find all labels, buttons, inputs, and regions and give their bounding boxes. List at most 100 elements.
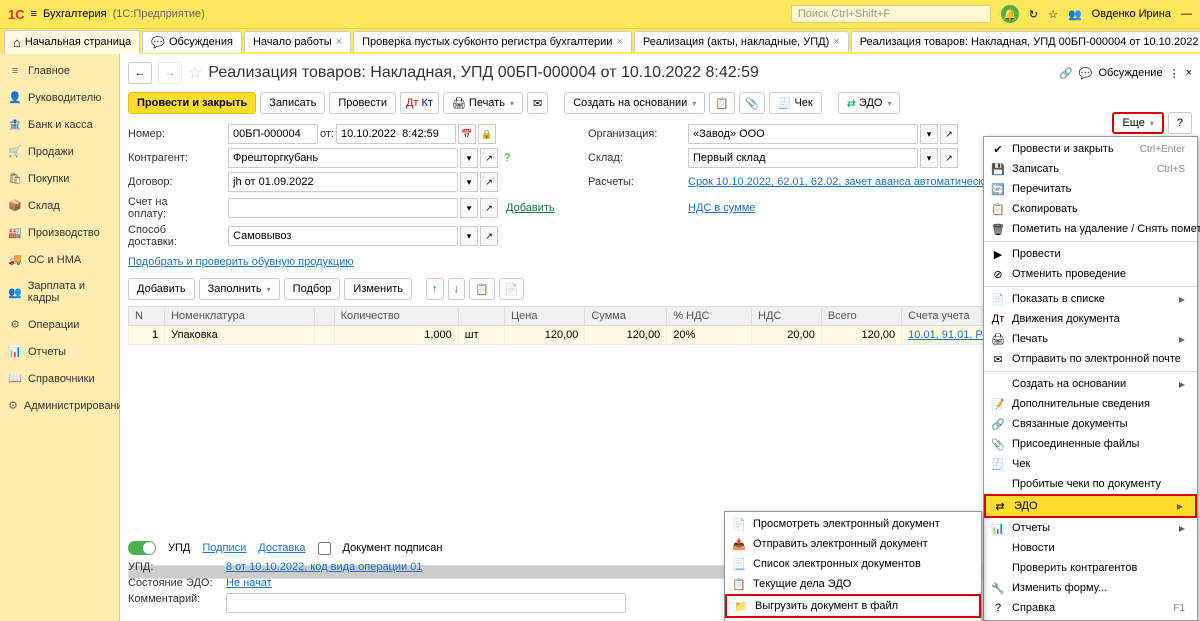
save-button[interactable]: Записать (260, 92, 325, 114)
upd-link[interactable]: 8 от 10.10.2022, код вида операции 01 (226, 561, 423, 573)
menu-item[interactable]: 🔗Связанные документы (984, 414, 1197, 434)
dt-kt-button[interactable]: ДтКт (400, 92, 439, 114)
minimize-icon[interactable]: — (1181, 8, 1192, 20)
close-icon[interactable]: × (833, 36, 839, 48)
signs-link[interactable]: Подписи (202, 542, 246, 554)
menu-item[interactable]: 🔧Изменить форму... (984, 578, 1197, 598)
discuss-link[interactable]: Обсуждение (1098, 67, 1162, 79)
forward-button[interactable]: → (158, 62, 182, 84)
menu-item[interactable]: 📋Текущие дела ЭДО (725, 574, 981, 594)
favorites-icon[interactable] (1048, 8, 1058, 21)
tab-current-doc[interactable]: Реализация товаров: Накладная, УПД 00БП-… (851, 31, 1200, 52)
open-icon[interactable]: ↗ (940, 124, 958, 144)
sidebar-item[interactable]: 📊Отчеты (0, 338, 119, 365)
date-input[interactable] (336, 124, 456, 144)
tab-check[interactable]: Проверка пустых субконто регистра бухгал… (353, 31, 632, 52)
menu-item[interactable]: 💾ЗаписатьCtrl+S (984, 159, 1197, 179)
dropdown-icon[interactable]: ▾ (920, 124, 938, 144)
menu-item[interactable]: Пробитые чеки по документу (984, 474, 1197, 494)
warehouse-input[interactable] (688, 148, 918, 168)
change-button[interactable]: Изменить (344, 278, 412, 300)
paste-button[interactable]: 📄 (499, 278, 525, 300)
edo-button[interactable]: ⇄ЭДО (838, 92, 901, 114)
home-tab[interactable]: Начальная страница (4, 30, 140, 54)
copy-button[interactable]: 📋 (469, 278, 495, 300)
menu-toggle-icon[interactable]: ≡ (31, 8, 37, 20)
sidebar-item[interactable]: 📖Справочники (0, 365, 119, 392)
upd-toggle[interactable] (128, 541, 156, 555)
delivery-link[interactable]: Доставка (258, 542, 305, 554)
menu-item[interactable]: 🖨Печать (984, 329, 1197, 349)
tab-sales-list[interactable]: Реализация (акты, накладные, УПД)× (634, 31, 849, 52)
more-button[interactable]: Еще (1112, 112, 1163, 134)
user-name[interactable]: Овденко Ирина (1092, 8, 1171, 20)
org-input[interactable] (688, 124, 918, 144)
menu-item[interactable]: ✉Отправить по электронной почте (984, 349, 1197, 369)
comment-input[interactable] (226, 593, 626, 613)
add-account-link[interactable]: Добавить (506, 202, 555, 214)
tab-discussions[interactable]: 💬Обсуждения (142, 31, 242, 53)
sidebar-item[interactable]: 🛍Покупки (0, 165, 119, 192)
close-form-icon[interactable]: × (1186, 67, 1192, 79)
menu-item[interactable]: 📋Скопировать (984, 199, 1197, 219)
shoe-link[interactable]: Подобрать и проверить обувную продукцию (128, 256, 354, 268)
menu-item[interactable]: 🔄Перечитать (984, 179, 1197, 199)
create-based-button[interactable]: Создать на основании (564, 92, 705, 114)
sidebar-item[interactable]: ≡Главное (0, 58, 119, 84)
menu-item[interactable]: 📄Просмотреть электронный документ (725, 514, 981, 534)
menu-item[interactable]: ⇄ЭДО (984, 494, 1197, 518)
post-close-button[interactable]: Провести и закрыть (128, 92, 256, 114)
cheque-button[interactable]: 🧾Чек (769, 92, 822, 114)
sidebar-item[interactable]: 🏭Производство (0, 219, 119, 246)
menu-item[interactable]: Новости (984, 538, 1197, 558)
move-down-button[interactable]: ↓ (448, 278, 466, 300)
extra2-button[interactable]: 📎 (739, 92, 765, 114)
menu-item[interactable]: ▶Провести (984, 244, 1197, 264)
menu-item[interactable]: 📝Дополнительные сведения (984, 394, 1197, 414)
sidebar-item[interactable]: 🏦Банк и касса (0, 111, 119, 138)
menu-item[interactable]: 🗑Пометить на удаление / Снять пометку (984, 219, 1197, 239)
sidebar-item[interactable]: 👤Руководителю (0, 84, 119, 111)
help-icon[interactable]: ? (504, 152, 510, 164)
tab-start[interactable]: Начало работы× (244, 31, 351, 52)
sidebar-item[interactable]: 👥Зарплата и кадры (0, 273, 119, 311)
sidebar-item[interactable]: ⚙Администрирование (0, 392, 119, 419)
menu-item[interactable]: 📁Выгрузить документ в файл (725, 594, 981, 618)
close-icon[interactable]: × (616, 36, 622, 48)
menu-item[interactable]: Создать на основании (984, 374, 1197, 394)
sidebar-item[interactable]: 🛒Продажи (0, 138, 119, 165)
menu-item[interactable]: 📎Присоединенные файлы (984, 434, 1197, 454)
menu-item[interactable]: Проверить контрагентов (984, 558, 1197, 578)
global-search[interactable]: Поиск Ctrl+Shift+F (791, 5, 991, 23)
star-icon[interactable]: ☆ (188, 63, 202, 83)
post-button[interactable]: Провести (329, 92, 396, 114)
email-button[interactable]: ✉ (527, 92, 548, 114)
menu-item[interactable]: 🧾Чек (984, 454, 1197, 474)
menu-item[interactable]: ?СправкаF1 (984, 598, 1197, 618)
menu-item[interactable]: 📄Показать в списке (984, 289, 1197, 309)
bell-icon[interactable]: 🔔 (1001, 5, 1019, 23)
calendar-icon[interactable]: 📅 (458, 124, 476, 144)
contract-input[interactable] (228, 172, 458, 192)
counter-input[interactable] (228, 148, 458, 168)
account-input[interactable] (228, 198, 458, 218)
menu-item[interactable]: ✔Провести и закрытьCtrl+Enter (984, 139, 1197, 159)
back-button[interactable]: ← (128, 62, 152, 84)
signed-checkbox[interactable] (318, 542, 331, 555)
move-up-button[interactable]: ↑ (426, 278, 444, 300)
lock-icon[interactable]: 🔒 (478, 124, 496, 144)
fill-button[interactable]: Заполнить (199, 278, 280, 300)
sidebar-item[interactable]: 🚚ОС и НМА (0, 246, 119, 273)
menu-item[interactable]: ДтДвижения документа (984, 309, 1197, 329)
menu-item[interactable]: ⊘Отменить проведение (984, 264, 1197, 284)
edo-state-link[interactable]: Не начат (226, 577, 272, 589)
menu-item[interactable]: 📃Список электронных документов (725, 554, 981, 574)
delivery-input[interactable] (228, 226, 458, 246)
users-icon[interactable] (1068, 8, 1082, 21)
link-icon[interactable]: 🔗 (1059, 67, 1073, 80)
kebab-icon[interactable]: ⋮ (1169, 67, 1180, 80)
add-row-button[interactable]: Добавить (128, 278, 195, 300)
pick-button[interactable]: Подбор (284, 278, 341, 300)
history-icon[interactable]: ↻ (1029, 8, 1038, 21)
number-input[interactable] (228, 124, 318, 144)
